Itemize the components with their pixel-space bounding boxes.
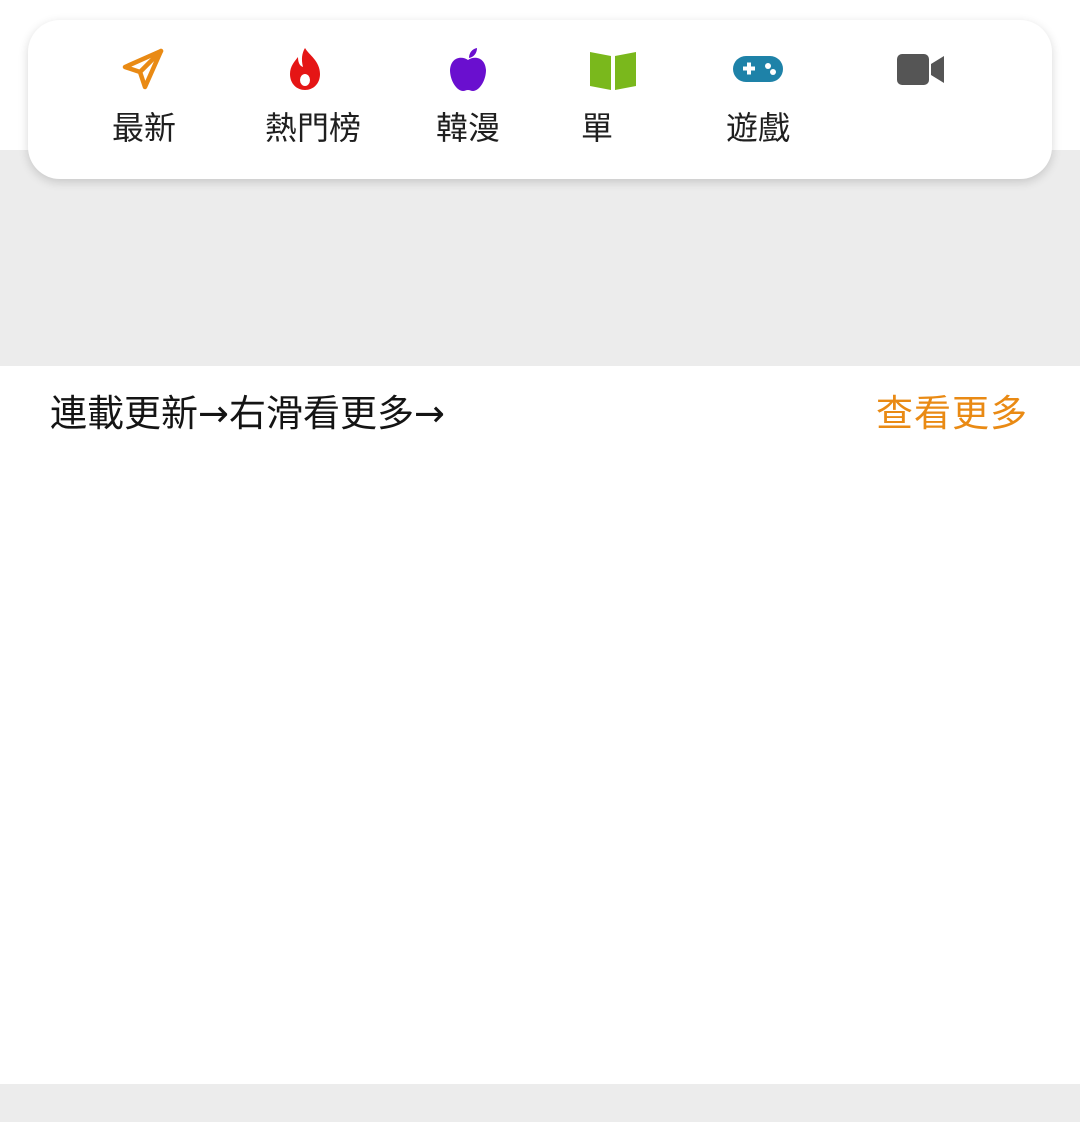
nav-label-games: 遊戲 (725, 109, 790, 147)
nav-label-latest: 最新 (111, 109, 176, 147)
fire-icon (290, 48, 320, 90)
open-book-icon (590, 52, 636, 90)
section-title: 連載更新→右滑看更多→ (50, 392, 446, 435)
banner-placeholder (0, 150, 1080, 366)
serial-updates-header: 連載更新→右滑看更多→ 查看更多 (0, 366, 1080, 462)
paper-plane-icon (122, 48, 164, 90)
apple-icon (450, 48, 486, 91)
nav-label-single: 單 (580, 109, 613, 147)
category-nav-card: 最新 熱門榜 韓漫 單 遊戲 (28, 20, 1052, 179)
nav-label-korean-comics: 韓漫 (435, 109, 500, 147)
nav-label-hot-ranking: 熱門榜 (265, 109, 362, 147)
gamepad-icon (733, 56, 783, 82)
video-camera-icon (897, 54, 944, 85)
view-more-link[interactable]: 查看更多 (876, 392, 1028, 436)
bottom-divider-band (0, 1084, 1080, 1122)
